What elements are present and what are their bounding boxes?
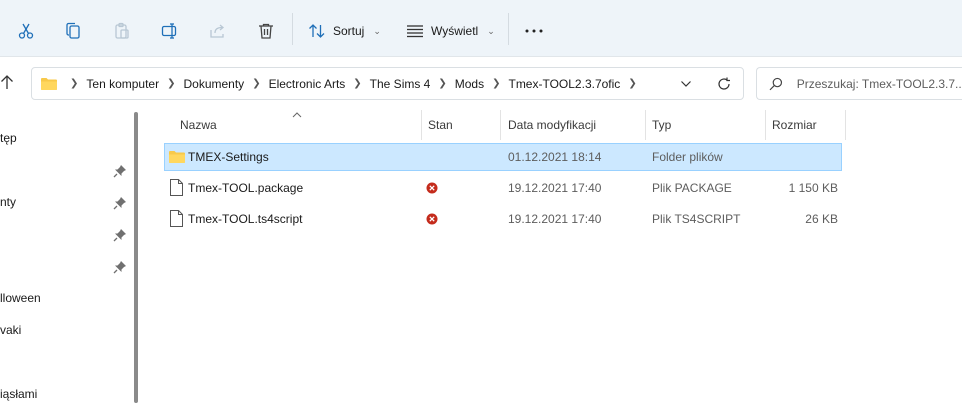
arrow-up-icon [1,75,13,89]
column-header-type[interactable]: Typ [652,110,671,140]
column-header-label: Data modyfikacji [508,118,597,132]
cut-button[interactable] [10,15,42,47]
file-size: 26 KB [805,212,838,226]
breadcrumb-item[interactable]: Dokumenty [183,77,244,91]
breadcrumb-item[interactable]: Electronic Arts [269,77,346,91]
file-size: 1 150 KB [788,181,838,195]
paste-button[interactable] [106,15,138,47]
column-header-name[interactable]: Nazwa [180,110,217,140]
navigation-pane: tęp nty lloween vaki iąsłami [0,112,146,403]
column-header-status[interactable]: Stan [428,110,453,140]
view-icon [407,25,423,38]
view-label: Wyświetl [431,24,479,38]
column-divider[interactable] [500,110,501,140]
delete-icon [259,23,273,39]
chevron-right-icon: ❯ [252,78,261,89]
breadcrumb-item[interactable]: Ten komputer [86,77,159,91]
sidebar-item-label[interactable]: iąsłami [0,387,37,401]
breadcrumb: ❯ Ten komputer ❯ Dokumenty ❯ Electronic … [62,68,645,99]
chevron-down-icon: ⌄ [373,25,381,36]
sync-error-icon [426,182,438,194]
sync-error-icon [426,213,438,225]
toolbar-divider [508,13,509,45]
toolbar-divider [292,13,293,45]
file-modified: 01.12.2021 18:14 [508,150,602,164]
more-icon [525,29,543,33]
pin-icon [113,229,126,242]
column-divider[interactable] [421,110,422,140]
file-modified: 19.12.2021 17:40 [508,212,602,226]
search-icon [769,77,783,90]
breadcrumb-item[interactable]: Tmex-TOOL2.3.7ofic [508,77,620,91]
breadcrumb-item[interactable]: Mods [455,77,484,91]
cut-icon [18,23,34,39]
chevron-right-icon[interactable]: ❯ [628,78,636,89]
refresh-button[interactable] [705,68,743,99]
pin-icon [113,165,126,178]
file-name: Tmex-TOOL.package [188,181,304,195]
sort-button[interactable]: Sortuj ⌄ [308,15,381,47]
column-header-label: Nazwa [180,118,217,132]
copy-icon [66,22,80,39]
file-modified: 19.12.2021 17:40 [508,181,602,195]
column-header-label: Rozmiar [772,118,817,132]
sidebar-item-label[interactable]: nty [0,195,16,209]
more-options-button[interactable] [518,15,550,47]
folder-icon [169,151,185,163]
share-icon [210,24,225,38]
sort-label: Sortuj [333,24,365,38]
view-button[interactable]: Wyświetl ⌄ [406,15,495,47]
chevron-right-icon: ❯ [70,78,79,89]
chevron-right-icon: ❯ [167,78,176,89]
rename-button[interactable] [154,15,186,47]
chevron-right-icon: ❯ [492,78,501,89]
file-type: Folder plików [652,150,723,164]
column-header-label: Stan [428,118,453,132]
copy-button[interactable] [58,15,90,47]
search-input[interactable]: Przeszukaj: Tmex-TOOL2.3.7... [797,77,962,91]
file-icon [170,179,183,196]
share-button[interactable] [202,15,234,47]
pin-icon [113,261,126,274]
column-divider[interactable] [645,110,646,140]
file-name: TMEX-Settings [188,150,269,164]
sidebar-item-label[interactable]: vaki [0,323,21,337]
column-divider[interactable] [845,110,846,140]
pin-icon [113,197,126,210]
sidebar-item-label[interactable]: lloween [0,291,41,305]
column-header-label: Typ [652,118,672,132]
search-box[interactable]: Przeszukaj: Tmex-TOOL2.3.7... [756,67,962,100]
file-row[interactable]: Tmex-TOOL.package 19.12.2021 17:40 Plik … [164,174,842,202]
address-bar[interactable]: ❯ Ten komputer ❯ Dokumenty ❯ Electronic … [31,67,744,100]
rename-icon [161,23,177,39]
sort-icon [309,24,325,38]
file-icon [170,210,183,227]
file-type: Plik PACKAGE [652,181,732,195]
delete-button[interactable] [250,15,282,47]
file-row[interactable]: TMEX-Settings 01.12.2021 18:14 Folder pl… [164,143,842,171]
column-header-size[interactable]: Rozmiar [772,110,817,140]
sidebar-scrollbar[interactable] [134,112,138,403]
chevron-right-icon: ❯ [353,78,362,89]
chevron-down-icon: ⌄ [487,25,495,36]
file-type: Plik TS4SCRIPT [652,212,741,226]
folder-icon [41,77,57,90]
sort-ascending-icon [292,112,302,118]
file-name: Tmex-TOOL.ts4script [188,212,303,226]
file-list: Nazwa Stan Data modyfikacji Typ Rozmiar … [160,110,962,403]
chevron-down-icon [681,80,691,87]
command-bar: Sortuj ⌄ Wyświetl ⌄ [0,0,962,57]
chevron-right-icon: ❯ [438,78,447,89]
column-header-modified[interactable]: Data modyfikacji [508,110,596,140]
column-divider[interactable] [765,110,766,140]
sidebar-item-label[interactable]: tęp [0,131,17,145]
paste-icon [115,22,129,39]
up-button[interactable] [0,74,20,94]
address-history-button[interactable] [667,68,705,99]
refresh-icon [718,77,730,90]
breadcrumb-item[interactable]: The Sims 4 [370,77,431,91]
file-row[interactable]: Tmex-TOOL.ts4script 19.12.2021 17:40 Pli… [164,205,842,233]
